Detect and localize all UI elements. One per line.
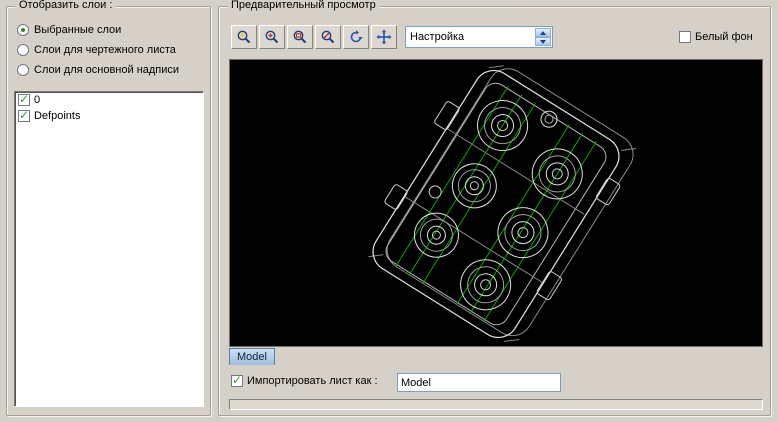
radio-selected-layers-circle[interactable]: [17, 24, 29, 36]
preview-canvas[interactable]: [229, 59, 763, 347]
preview-group: Предварительный просмотр: [218, 6, 771, 416]
radio-title-block-layers[interactable]: Слои для основной надписи: [17, 63, 179, 77]
display-layers-group: Отобразить слои : Выбранные слои Слои дл…: [6, 6, 211, 416]
spinner-up-button[interactable]: [535, 28, 551, 37]
radio-selected-layers[interactable]: Выбранные слои: [17, 23, 121, 37]
preview-wireframe: [230, 60, 762, 346]
radio-drawing-sheet-layers[interactable]: Слои для чертежного листа: [17, 43, 176, 57]
preview-group-title: Предварительный просмотр: [227, 0, 380, 11]
zoom-window-button[interactable]: [287, 25, 313, 49]
import-sheet-as-option[interactable]: Импортировать лист как :: [231, 375, 378, 387]
zoom-in-icon: [264, 29, 280, 45]
layer-0-checkbox[interactable]: [18, 94, 30, 106]
white-background-checkbox[interactable]: [679, 31, 691, 43]
import-dialog: { "left_panel": { "title": "Отобразить с…: [0, 0, 778, 422]
radio-selected-layers-label: Выбранные слои: [34, 24, 121, 36]
zoom-dynamic-icon: [236, 29, 252, 45]
zoom-extents-icon: [320, 29, 336, 45]
pan-view-button[interactable]: [371, 25, 397, 49]
layer-0-label: 0: [34, 94, 40, 106]
progress-bar: [229, 399, 763, 410]
chevron-down-icon: [540, 40, 546, 44]
import-sheet-as-checkbox[interactable]: [231, 375, 243, 387]
view-settings-combo[interactable]: Настройка: [405, 26, 553, 48]
white-background-label: Белый фон: [695, 31, 753, 43]
rotate-view-button[interactable]: [343, 25, 369, 49]
view-settings-combo-value: Настройка: [410, 31, 464, 43]
spinner-down-button[interactable]: [535, 37, 551, 46]
zoom-dynamic-button[interactable]: [231, 25, 257, 49]
radio-drawing-sheet-layers-label: Слои для чертежного листа: [34, 44, 176, 56]
zoom-in-button[interactable]: [259, 25, 285, 49]
rotate-icon: [348, 29, 364, 45]
layer-defpoints-checkbox[interactable]: [18, 110, 30, 122]
layer-list-item-1[interactable]: Defpoints: [15, 108, 203, 124]
tab-model-label: Model: [237, 351, 267, 363]
layer-list[interactable]: 0 Defpoints: [14, 91, 204, 407]
white-background-option[interactable]: Белый фон: [679, 31, 753, 43]
radio-drawing-sheet-layers-circle[interactable]: [17, 44, 29, 56]
sheet-name-input[interactable]: [397, 373, 561, 392]
radio-title-block-layers-circle[interactable]: [17, 64, 29, 76]
zoom-extents-button[interactable]: [315, 25, 341, 49]
zoom-window-icon: [292, 29, 308, 45]
layer-list-item-0[interactable]: 0: [15, 92, 203, 108]
tab-model[interactable]: Model: [229, 348, 275, 365]
layer-defpoints-label: Defpoints: [34, 110, 80, 122]
display-layers-group-title: Отобразить слои :: [15, 0, 116, 11]
chevron-up-icon: [540, 31, 546, 35]
pan-icon: [376, 29, 392, 45]
radio-title-block-layers-label: Слои для основной надписи: [34, 64, 179, 76]
import-sheet-as-label: Импортировать лист как :: [247, 375, 378, 387]
preview-toolbar: [231, 25, 397, 49]
view-settings-combo-spinner[interactable]: [535, 28, 551, 46]
